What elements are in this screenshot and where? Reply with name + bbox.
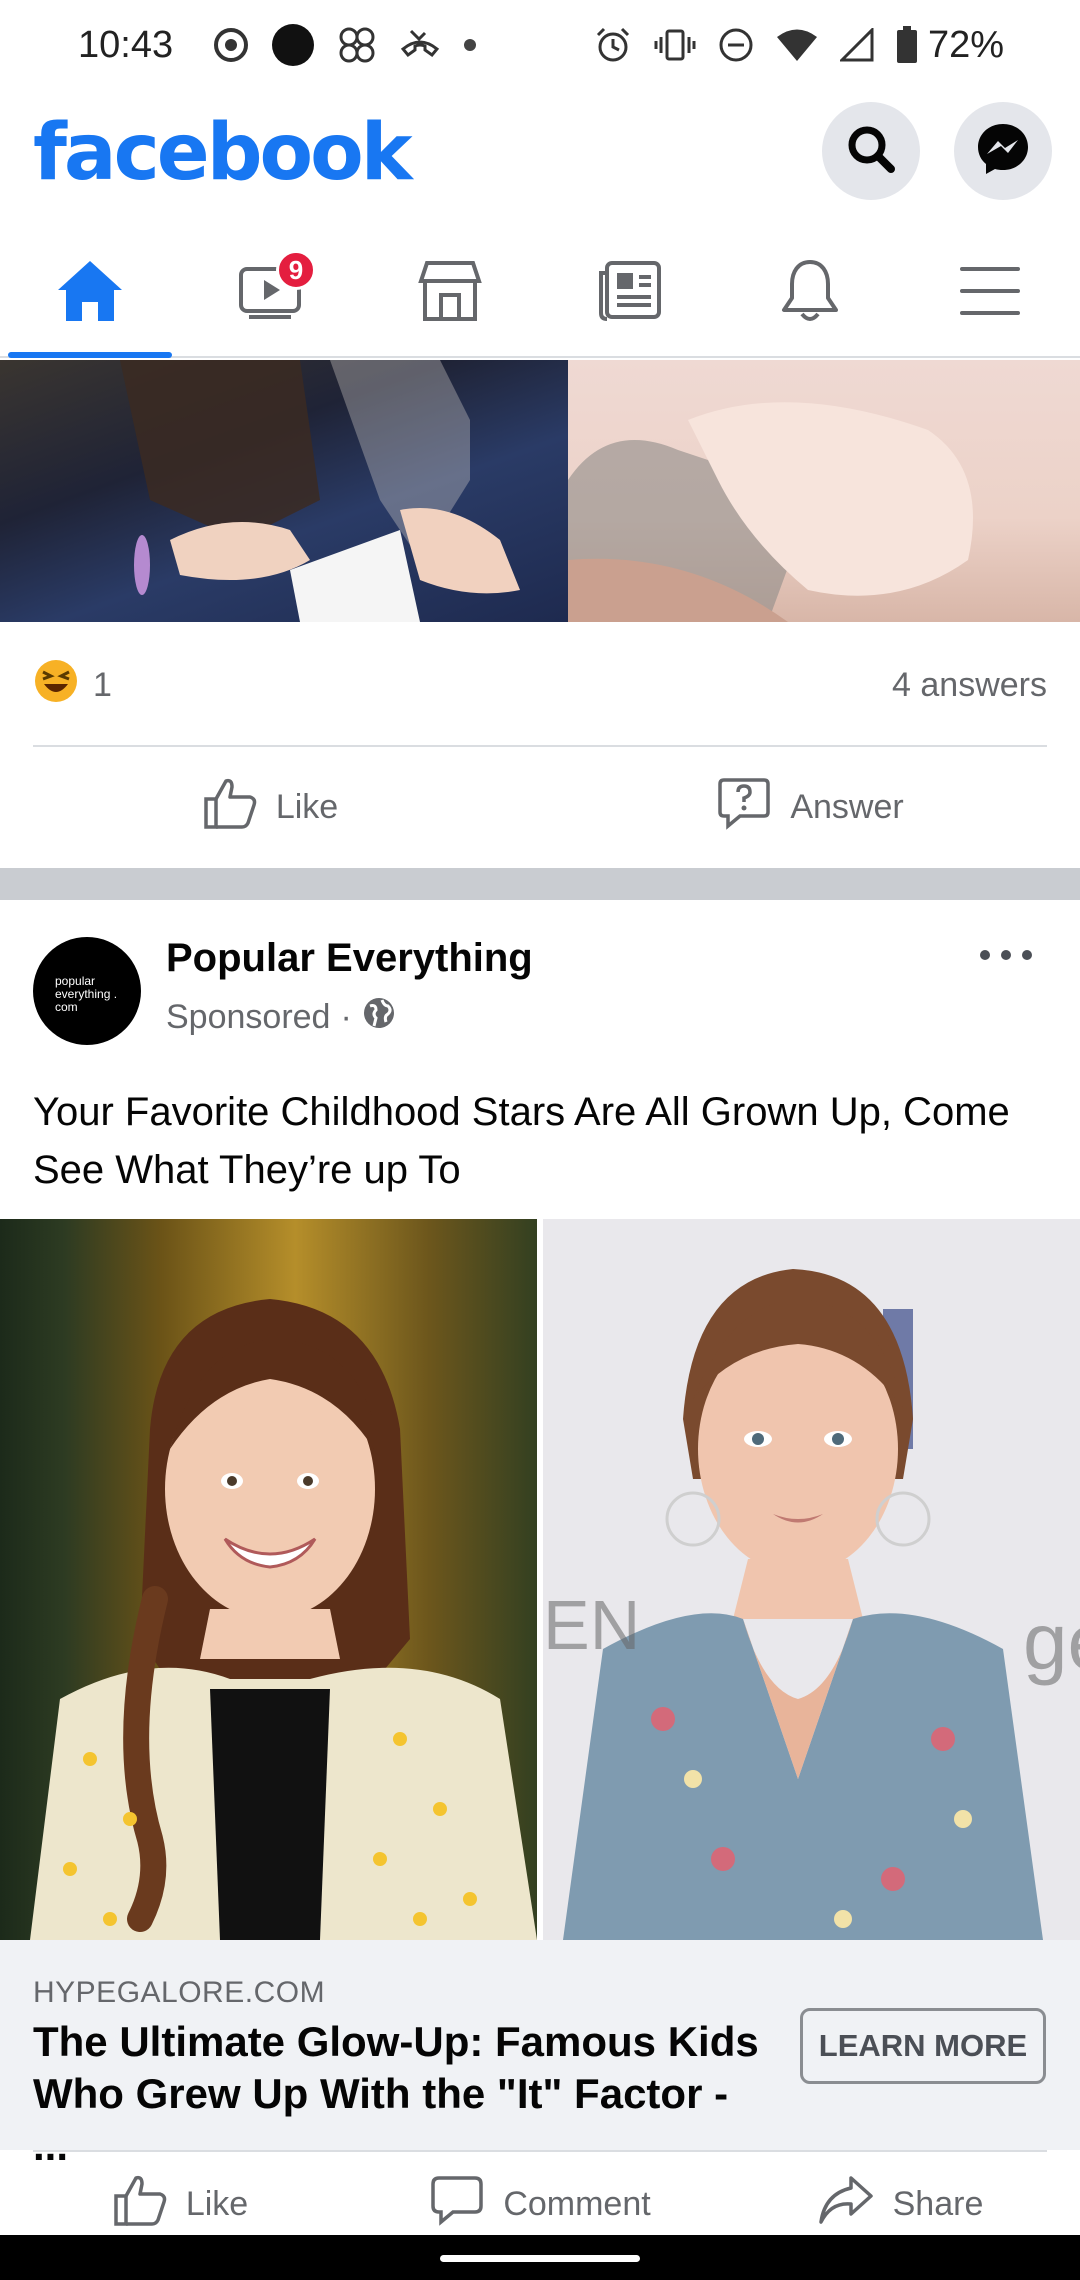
dot-icon xyxy=(463,38,477,52)
post-image-grid[interactable] xyxy=(0,360,1080,622)
divider xyxy=(33,745,1047,747)
backdrop-text: ge xyxy=(1023,1597,1080,1686)
alarm-icon xyxy=(594,26,632,64)
like-icon xyxy=(202,777,258,838)
like-label: Like xyxy=(275,787,339,826)
home-gesture-handle[interactable] xyxy=(440,2255,640,2262)
search-button[interactable] xyxy=(822,102,920,200)
chrome-icon xyxy=(213,27,249,63)
question-bubble-icon xyxy=(716,776,772,839)
avatar[interactable]: popular everything . com xyxy=(33,937,141,1045)
comment-icon xyxy=(429,2174,485,2235)
tab-notifications[interactable] xyxy=(720,230,900,356)
status-time: 10:43 xyxy=(78,23,174,66)
share-button[interactable]: Share xyxy=(720,2174,1080,2235)
more-options-button[interactable] xyxy=(980,935,1032,975)
messenger-button[interactable] xyxy=(954,102,1052,200)
missed-call-icon xyxy=(399,27,441,63)
share-label: Share xyxy=(892,2185,984,2223)
tab-bar: 9 xyxy=(0,230,1080,358)
app-header: facebook xyxy=(0,90,1080,230)
wifi-icon xyxy=(776,28,818,62)
backdrop-text: EN xyxy=(543,1586,640,1664)
more-dot xyxy=(1001,950,1011,960)
link-title[interactable]: The Ultimate Glow-Up: Famous Kids Who Gr… xyxy=(33,2016,763,2172)
ad-photo-left[interactable] xyxy=(0,1219,537,1940)
comment-label: Comment xyxy=(503,2185,651,2223)
post-photo-left[interactable] xyxy=(0,360,568,622)
author-name[interactable]: Popular Everything xyxy=(166,936,533,981)
link-domain: HYPEGALORE.COM xyxy=(33,1976,326,2009)
tab-home[interactable] xyxy=(0,230,180,358)
share-icon xyxy=(817,2174,875,2235)
reaction-count: 1 xyxy=(93,665,112,704)
answers-count[interactable]: 4 answers xyxy=(892,666,1047,705)
avatar-text: popular everything . com xyxy=(55,974,118,1014)
post2-actions: Like Comment Share xyxy=(0,2160,1080,2235)
tab-menu[interactable] xyxy=(900,230,1080,356)
vibrate-icon xyxy=(654,27,696,63)
comment-button[interactable]: Comment xyxy=(360,2174,720,2235)
post1-actions: Like Answer xyxy=(0,752,1080,862)
divider xyxy=(33,2150,1047,2152)
signal-icon xyxy=(839,28,874,62)
status-bar: 10:43 72% xyxy=(0,0,1080,90)
tab-watch[interactable]: 9 xyxy=(180,230,360,356)
tab-marketplace[interactable] xyxy=(360,230,540,356)
home-icon xyxy=(55,258,125,329)
watch-badge: 9 xyxy=(276,250,316,290)
answer-button[interactable]: Answer xyxy=(540,776,1080,839)
post-photo-right[interactable] xyxy=(568,360,1080,622)
link-preview[interactable]: HYPEGALORE.COM The Ultimate Glow-Up: Fam… xyxy=(0,1940,1080,2169)
reaction-summary[interactable]: 1 4 answers xyxy=(33,655,1047,715)
search-icon xyxy=(843,121,899,182)
ad-image-grid[interactable]: EN ge xyxy=(0,1219,1080,1940)
tab-news[interactable] xyxy=(540,230,720,356)
like-button[interactable]: Like xyxy=(0,2174,360,2235)
sponsored-label[interactable]: Sponsored xyxy=(166,998,330,1037)
battery-icon xyxy=(896,26,918,64)
facebook-logo[interactable]: facebook xyxy=(33,108,413,198)
news-icon xyxy=(595,259,665,328)
post-text: Your Favorite Childhood Stars Are All Gr… xyxy=(33,1090,1010,1192)
notification-dot-icon xyxy=(271,23,315,67)
answer-label: Answer xyxy=(790,787,904,826)
ad-photo-right[interactable]: EN ge xyxy=(543,1219,1080,1940)
more-dot xyxy=(1022,950,1032,960)
like-label: Like xyxy=(185,2185,249,2223)
haha-reaction-icon xyxy=(33,658,79,713)
learn-more-button[interactable]: LEARN MORE xyxy=(800,2008,1046,2084)
more-dot xyxy=(980,950,990,960)
app-icon xyxy=(337,25,377,65)
system-nav-bar xyxy=(0,2235,1080,2280)
menu-icon xyxy=(958,265,1022,322)
like-icon xyxy=(112,2174,168,2235)
dnd-icon xyxy=(718,27,754,63)
store-icon xyxy=(415,259,485,328)
like-button[interactable]: Like xyxy=(0,777,540,838)
bell-icon xyxy=(778,258,842,329)
battery-percent: 72% xyxy=(927,23,1004,66)
globe-icon xyxy=(362,996,396,1039)
sponsored-line: Sponsored · xyxy=(166,996,396,1039)
feed-separator xyxy=(0,868,1080,900)
messenger-icon xyxy=(974,120,1032,183)
